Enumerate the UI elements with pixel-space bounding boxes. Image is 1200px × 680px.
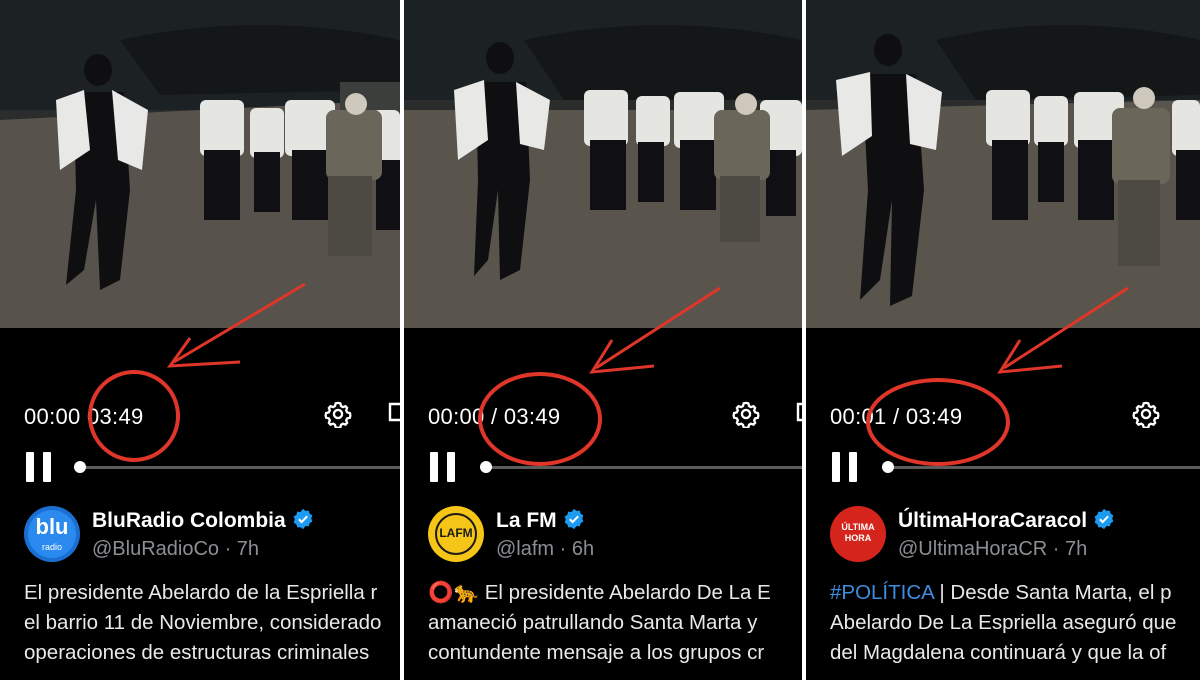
fullscreen-icon[interactable] xyxy=(388,400,400,426)
account-name-text: La FM xyxy=(496,509,557,532)
account-handle[interactable]: @BluRadioCo · 7h xyxy=(92,538,259,561)
highlight-arrow xyxy=(589,286,721,374)
avatar[interactable]: LAFM xyxy=(428,506,484,562)
post-line: contundente mensaje a los grupos cr xyxy=(428,641,765,664)
post-text: El presidente Abelardo de la Espriella r… xyxy=(24,578,381,668)
post-line: El presidente Abelardo de la Espriella r xyxy=(24,581,378,604)
post-text: #POLÍTICA | Desde Santa Marta, el p Abel… xyxy=(830,578,1176,668)
progress-track[interactable] xyxy=(80,466,400,469)
video-post-panel-ultimahora: 00:01 / 03:49 ÚLTIMA HORA ÚltimaHoraCara… xyxy=(806,0,1200,680)
gear-icon[interactable] xyxy=(732,400,760,428)
post-age: · 7h xyxy=(1052,538,1088,560)
progress-track[interactable] xyxy=(486,466,802,469)
video-frame[interactable] xyxy=(404,0,802,328)
post-text: ⭕🐆 El presidente Abelardo De La E amanec… xyxy=(428,578,771,668)
progress-track[interactable] xyxy=(888,466,1200,469)
progress-knob[interactable] xyxy=(480,461,492,473)
progress-knob[interactable] xyxy=(882,461,894,473)
post-line: el barrio 11 de Noviembre, considerado xyxy=(24,611,382,634)
post-line: amaneció patrullando Santa Marta y xyxy=(428,611,758,634)
video-post-panel-bluradio: 00:00 03:49 blu radio BluRadio Colombia … xyxy=(0,0,400,680)
pause-icon[interactable] xyxy=(832,452,858,482)
account-name[interactable]: BluRadio Colombia xyxy=(92,508,314,533)
video-post-panel-lafm: 00:00 / 03:49 LAFM La FM @lafm · 6h ⭕🐆 E… xyxy=(404,0,802,680)
post-age: · 7h xyxy=(224,538,260,560)
post-line: Abelardo De La Espriella aseguró que xyxy=(830,611,1177,634)
account-name[interactable]: La FM xyxy=(496,508,585,533)
current-time: 00:00 xyxy=(24,404,81,429)
account-name[interactable]: ÚltimaHoraCaracol xyxy=(898,508,1115,533)
gear-icon[interactable] xyxy=(324,400,352,428)
account-name-text: ÚltimaHoraCaracol xyxy=(898,509,1088,532)
highlight-arrow xyxy=(166,282,306,368)
progress-knob[interactable] xyxy=(74,461,86,473)
pause-icon[interactable] xyxy=(430,452,456,482)
post-line: #POLÍTICA | Desde Santa Marta, el p xyxy=(830,578,1176,608)
account-handle[interactable]: @UltimaHoraCR · 7h xyxy=(898,538,1087,561)
video-frame[interactable] xyxy=(806,0,1200,328)
highlight-circle xyxy=(478,372,602,466)
highlight-arrow xyxy=(997,286,1129,374)
avatar-text: blu xyxy=(35,514,69,539)
highlight-circle xyxy=(866,378,1010,466)
verified-badge-icon xyxy=(1094,508,1114,530)
avatar-text: ÚLTIMA HORA xyxy=(841,522,875,543)
post-line: operaciones de estructuras criminales xyxy=(24,641,370,664)
post-meta: ÚLTIMA HORA ÚltimaHoraCaracol @UltimaHor… xyxy=(806,498,1200,680)
post-line: del Magdalena continuará y que la of xyxy=(830,641,1167,664)
avatar-subtext: radio xyxy=(41,542,62,552)
handle-text: @lafm xyxy=(496,538,555,560)
handle-text: @UltimaHoraCR xyxy=(898,538,1048,560)
post-line: ⭕🐆 El presidente Abelardo De La E xyxy=(428,581,771,604)
account-name-text: BluRadio Colombia xyxy=(92,509,286,532)
avatar-text: LAFM xyxy=(439,526,473,540)
hashtag-link[interactable]: #POLÍTICA xyxy=(830,581,934,604)
post-line-text: | Desde Santa Marta, el p xyxy=(933,581,1172,604)
avatar[interactable]: ÚLTIMA HORA xyxy=(830,506,886,562)
current-time: 00:00 xyxy=(428,404,485,429)
handle-text: @BluRadioCo xyxy=(92,538,220,560)
verified-badge-icon xyxy=(293,508,313,530)
avatar[interactable]: blu radio xyxy=(24,506,80,562)
highlight-circle xyxy=(88,370,180,462)
post-age: · 6h xyxy=(559,538,595,560)
gear-icon[interactable] xyxy=(1132,400,1160,428)
account-handle[interactable]: @lafm · 6h xyxy=(496,538,594,561)
post-meta: blu radio BluRadio Colombia @BluRadioCo … xyxy=(0,498,400,680)
verified-badge-icon xyxy=(564,508,584,530)
post-meta: LAFM La FM @lafm · 6h ⭕🐆 El presidente A… xyxy=(404,498,802,680)
pause-icon[interactable] xyxy=(26,452,52,482)
